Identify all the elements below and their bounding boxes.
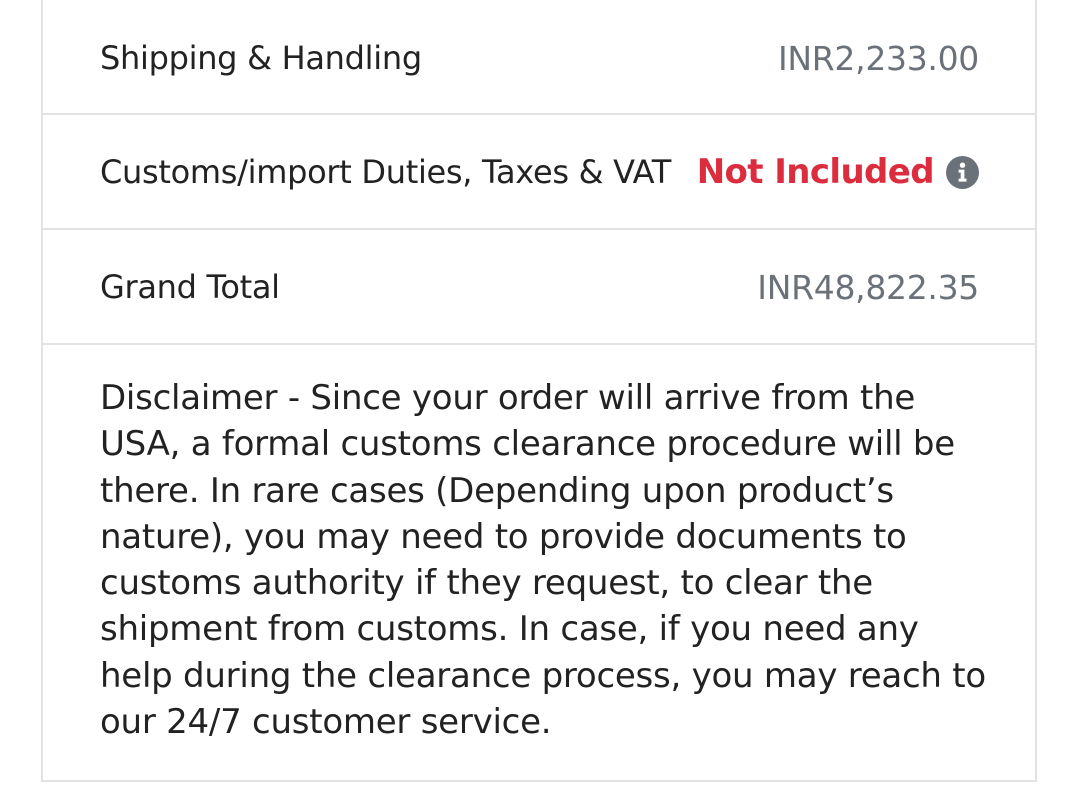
order-summary-panel: Shipping & Handling INR2,233.00 Customs/… bbox=[41, 0, 1037, 782]
row-divider bbox=[43, 113, 1035, 115]
info-icon[interactable] bbox=[946, 155, 979, 189]
shipping-row: Shipping & Handling INR2,233.00 bbox=[43, 2, 1035, 114]
row-divider bbox=[43, 343, 1035, 345]
not-included-text: Not Included bbox=[696, 152, 935, 192]
row-divider bbox=[43, 228, 1035, 230]
duties-row: Customs/import Duties, Taxes & VAT Not I… bbox=[43, 116, 1035, 228]
duties-status: Not Included bbox=[697, 152, 979, 192]
duties-label: Customs/import Duties, Taxes & VAT bbox=[100, 153, 672, 191]
disclaimer-text: Disclaimer - Since your order will arriv… bbox=[100, 378, 986, 743]
shipping-label: Shipping & Handling bbox=[100, 39, 422, 77]
grand-total-label: Grand Total bbox=[100, 268, 280, 306]
grand-total-row: Grand Total INR48,822.35 bbox=[43, 231, 1035, 343]
grand-total-value: INR48,822.35 bbox=[757, 267, 979, 307]
shipping-value: INR2,233.00 bbox=[777, 38, 979, 78]
